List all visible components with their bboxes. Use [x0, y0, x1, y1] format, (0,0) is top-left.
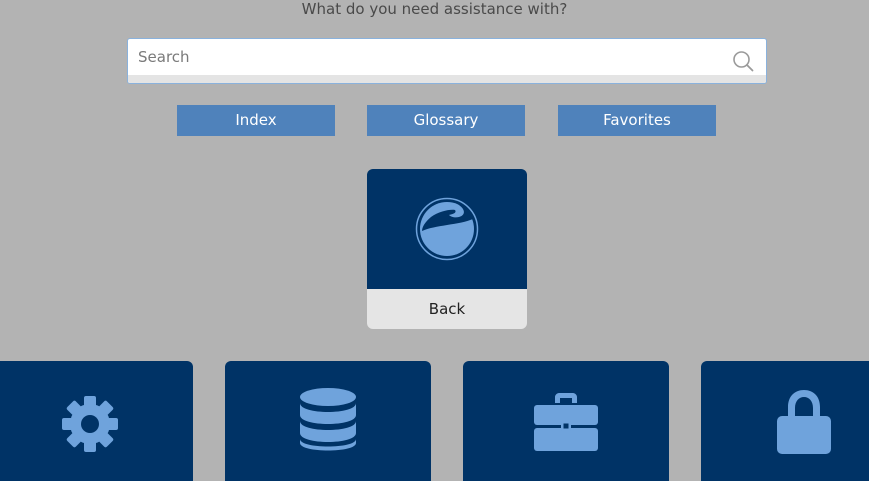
settings-tile[interactable]	[0, 361, 193, 481]
back-tile-icon-area	[367, 169, 527, 289]
briefcase-tile[interactable]	[463, 361, 669, 481]
briefcase-icon	[534, 393, 598, 451]
gear-icon	[62, 396, 118, 452]
database-tile[interactable]	[225, 361, 431, 481]
page-prompt: What do you need assistance with?	[301, 0, 568, 18]
search-input[interactable]	[128, 39, 718, 75]
database-icon	[300, 388, 356, 451]
security-tile[interactable]	[701, 361, 869, 481]
lock-icon	[777, 390, 831, 454]
search-box[interactable]	[127, 38, 767, 84]
index-button[interactable]: Index	[177, 105, 335, 136]
back-tile[interactable]: Back	[367, 169, 527, 329]
search-underline	[128, 75, 766, 83]
glossary-button[interactable]: Glossary	[367, 105, 525, 136]
favorites-button[interactable]: Favorites	[558, 105, 716, 136]
globe-icon	[415, 197, 479, 261]
search-icon[interactable]	[732, 50, 754, 72]
back-label: Back	[367, 289, 527, 329]
